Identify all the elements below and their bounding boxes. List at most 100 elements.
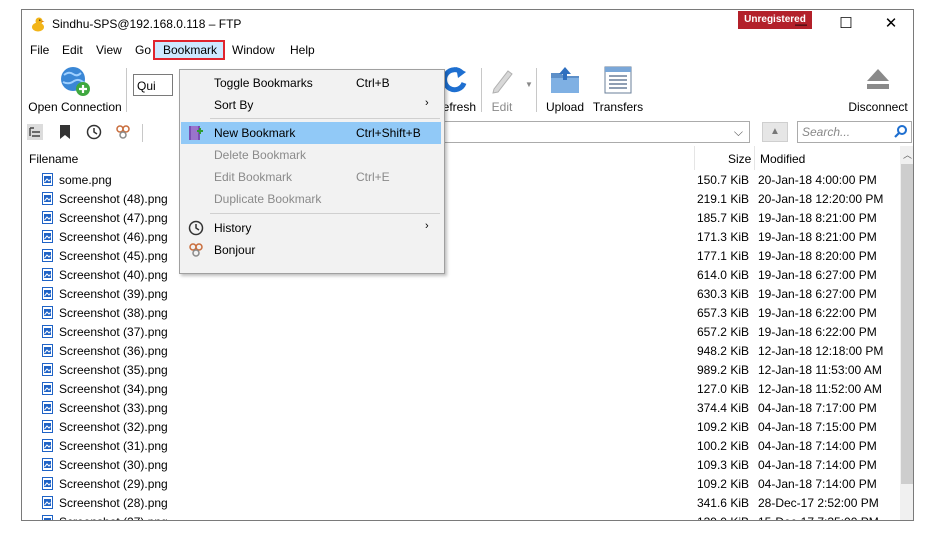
file-size: 657.2 KiB [696,325,749,339]
file-row[interactable]: Screenshot (28).png 341.6 KiB 28-Dec-17 2:… [22,494,900,513]
column-divider[interactable] [754,146,755,170]
parent-directory-button[interactable]: ▲ [762,122,788,142]
toolbar-separator [536,68,537,112]
menu-item-toggle-bookmarks[interactable]: Toggle Bookmarks Ctrl+B [181,72,441,94]
file-modified: 19-Jan-18 6:27:00 PM [758,268,877,282]
file-row[interactable]: Screenshot (35).png 989.2 KiB 12-Jan-18 11… [22,361,900,380]
image-file-icon [42,306,53,319]
edit-button[interactable]: Edit [484,62,520,116]
quick-connect-input[interactable]: Qui [133,74,173,96]
file-name: Screenshot (46).png [59,230,168,244]
disconnect-button[interactable]: Disconnect [846,62,910,116]
file-name: Screenshot (37).png [59,325,168,339]
transfers-button[interactable]: Transfers [592,62,644,116]
file-modified: 19-Jan-18 8:21:00 PM [758,211,877,225]
maximize-button[interactable]: ☐ [824,11,868,37]
file-modified: 04-Jan-18 7:14:00 PM [758,439,877,453]
scroll-up-arrow-icon[interactable]: ︿ [903,148,912,161]
file-modified: 19-Jan-18 8:21:00 PM [758,230,877,244]
file-row[interactable]: Screenshot (47).png 185.7 KiB 19-Jan-18 8:… [22,209,900,228]
new-bookmark-icon [189,126,203,140]
outline-view-icon[interactable] [27,124,43,140]
file-row[interactable]: Screenshot (27).png 139.0 KiB 15-Dec-17 7:… [22,513,900,520]
menu-bookmark[interactable]: Bookmark [153,40,225,60]
search-input[interactable]: Search... [797,121,912,143]
column-size[interactable]: Size [728,152,751,166]
file-modified: 12-Jan-18 11:53:00 AM [758,363,882,377]
file-row[interactable]: Screenshot (32).png 109.2 KiB 04-Jan-18 7:… [22,418,900,437]
file-row[interactable]: Screenshot (40).png 614.0 KiB 19-Jan-18 6:… [22,266,900,285]
file-modified: 15-Dec-17 7:35:00 PM [758,515,879,520]
toolbar: Open Connection Qui o Refresh Edit ▼ [22,62,913,118]
history-view-icon[interactable] [86,124,102,140]
file-size: 109.2 KiB [696,420,749,434]
file-modified: 20-Jan-18 12:20:00 PM [758,192,884,206]
open-connection-button[interactable]: Open Connection [26,62,124,116]
file-row[interactable]: some.png 150.7 KiB 20-Jan-18 4:00:00 PM [22,171,900,190]
pencil-icon [492,70,513,94]
file-size: 127.0 KiB [696,382,749,396]
menu-item-edit-bookmark[interactable]: Edit Bookmark Ctrl+E [181,166,441,188]
file-size: 109.2 KiB [696,477,749,491]
upload-folder-icon [551,67,579,93]
file-modified: 20-Jan-18 4:00:00 PM [758,173,877,187]
menu-item-duplicate-bookmark[interactable]: Duplicate Bookmark [181,188,441,210]
menu-window[interactable]: Window [228,40,279,60]
path-combo[interactable]: ⌵ [417,121,750,143]
image-file-icon [42,439,53,452]
menu-item-new-bookmark[interactable]: New Bookmark Ctrl+Shift+B [181,122,441,144]
menu-item-label: Duplicate Bookmark [214,192,322,206]
file-row[interactable]: Screenshot (48).png 219.1 KiB 20-Jan-18 12… [22,190,900,209]
menu-file[interactable]: File [26,40,53,60]
image-file-icon [42,192,53,205]
image-file-icon [42,515,53,520]
edit-dropdown-icon[interactable]: ▼ [525,80,533,89]
close-button[interactable]: ✕ [869,11,913,37]
upload-button[interactable]: Upload [542,62,588,116]
ftp-window: Sindhu-SPS@192.168.0.118 – FTP Unregiste… [21,9,914,521]
bookmarks-view-icon[interactable] [57,124,73,140]
menu-view[interactable]: View [92,40,126,60]
image-file-icon [42,496,53,509]
bonjour-view-icon[interactable] [115,124,131,140]
file-row[interactable]: Screenshot (29).png 109.2 KiB 04-Jan-18 7:… [22,475,900,494]
file-row[interactable]: Screenshot (34).png 127.0 KiB 12-Jan-18 11… [22,380,900,399]
column-divider[interactable] [694,146,695,170]
file-row[interactable]: Screenshot (38).png 657.3 KiB 19-Jan-18 6:… [22,304,900,323]
file-row[interactable]: Screenshot (37).png 657.2 KiB 19-Jan-18 6:… [22,323,900,342]
file-name: Screenshot (29).png [59,477,168,491]
file-row[interactable]: Screenshot (46).png 171.3 KiB 19-Jan-18 8:… [22,228,900,247]
file-name: Screenshot (39).png [59,287,168,301]
file-row[interactable]: Screenshot (39).png 630.3 KiB 19-Jan-18 6:… [22,285,900,304]
image-file-icon [42,458,53,471]
menu-help[interactable]: Help [286,40,319,60]
file-row[interactable]: Screenshot (33).png 374.4 KiB 04-Jan-18 7:… [22,399,900,418]
menu-edit[interactable]: Edit [58,40,87,60]
menu-item-label: History [214,221,252,235]
title-bar: Sindhu-SPS@192.168.0.118 – FTP Unregiste… [22,10,913,38]
file-name: Screenshot (48).png [59,192,168,206]
menu-item-history[interactable]: History › [181,217,441,239]
submenu-arrow-icon: › [425,97,429,109]
file-row[interactable]: Screenshot (31).png 100.2 KiB 04-Jan-18 7:… [22,437,900,456]
file-row[interactable]: Screenshot (36).png 948.2 KiB 12-Jan-18 12… [22,342,900,361]
minimize-button[interactable]: — [779,11,823,37]
menu-item-sort-by[interactable]: Sort By › [181,94,441,116]
scrollbar-thumb[interactable] [901,164,913,484]
menu-item-bonjour[interactable]: Bonjour [181,239,441,261]
image-file-icon [42,325,53,338]
column-filename[interactable]: Filename [29,152,78,166]
upload-label: Upload [545,100,585,114]
column-modified[interactable]: Modified [760,152,805,166]
search-icon[interactable] [894,124,908,138]
image-file-icon [42,477,53,490]
chevron-down-icon[interactable]: ⌵ [734,125,743,140]
vertical-scrollbar[interactable]: ︿ [900,146,913,520]
file-row[interactable]: Screenshot (30).png 109.3 KiB 04-Jan-18 7:… [22,456,900,475]
file-modified: 19-Jan-18 6:27:00 PM [758,287,877,301]
menu-go[interactable]: Go [131,40,155,60]
menu-item-delete-bookmark[interactable]: Delete Bookmark [181,144,441,166]
bookmark-menu-dropdown: Toggle Bookmarks Ctrl+B Sort By › New Bookma… [179,69,445,274]
image-file-icon [42,420,53,433]
file-row[interactable]: Screenshot (45).png 177.1 KiB 19-Jan-18 8:… [22,247,900,266]
